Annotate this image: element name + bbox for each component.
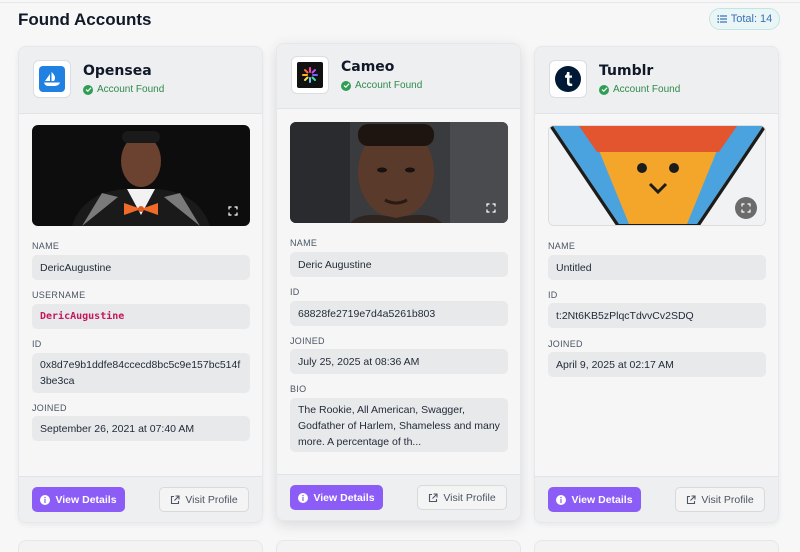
- bio-label: BIO: [290, 384, 307, 394]
- info-icon: [298, 492, 309, 503]
- view-details-label: View Details: [571, 493, 633, 506]
- name-label: NAME: [548, 241, 576, 251]
- account-found-status: Account Found: [599, 84, 680, 95]
- id-label: ID: [32, 339, 42, 349]
- list-icon: [717, 15, 727, 23]
- external-link-icon: [429, 492, 438, 502]
- status-text: Account Found: [355, 80, 423, 91]
- view-details-label: View Details: [313, 491, 375, 504]
- cameo-icon: [297, 62, 323, 88]
- joined-label: JOINED: [32, 403, 67, 413]
- username-value: DericAugustine: [32, 304, 250, 329]
- joined-value: July 25, 2025 at 08:36 AM: [290, 349, 508, 374]
- expand-icon[interactable]: [224, 202, 242, 220]
- bio-value: The Rookie, All American, Swagger, Godfa…: [290, 398, 508, 452]
- page-title: Found Accounts: [18, 10, 152, 29]
- card-header: Cameo Account Found: [277, 44, 520, 109]
- account-card-cameo: Cameo Account Found NAME Deric Augustine…: [276, 43, 521, 521]
- name-label: NAME: [32, 241, 60, 251]
- profile-image: [548, 125, 766, 226]
- account-found-status: Account Found: [341, 80, 422, 91]
- site-name: Tumblr: [599, 63, 654, 79]
- external-link-icon: [687, 494, 696, 504]
- name-value: Deric Augustine: [290, 252, 508, 277]
- account-card-next: [534, 540, 779, 552]
- joined-value: April 9, 2025 at 02:17 AM: [548, 352, 766, 377]
- id-label: ID: [548, 290, 558, 300]
- profile-image: [32, 125, 250, 226]
- external-link-icon: [171, 494, 180, 504]
- view-details-button[interactable]: View Details: [32, 487, 125, 512]
- username-label: USERNAME: [32, 290, 86, 300]
- id-value: t:2Nt6KB5zPlqcTdvvCv2SDQ: [548, 303, 766, 328]
- view-details-label: View Details: [55, 493, 117, 506]
- card-footer: View Details Visit Profile: [277, 474, 520, 520]
- check-circle-icon: [83, 84, 93, 95]
- expand-icon[interactable]: [482, 199, 500, 217]
- account-card-next: [18, 540, 263, 552]
- joined-label: JOINED: [290, 336, 325, 346]
- top-divider: [0, 2, 800, 3]
- visit-profile-button[interactable]: Visit Profile: [159, 487, 249, 512]
- expand-icon[interactable]: [735, 197, 757, 219]
- visit-profile-button[interactable]: Visit Profile: [675, 487, 765, 512]
- account-card-tumblr: Tumblr Account Found NAME Untitled ID t:…: [534, 46, 779, 523]
- profile-image: [290, 122, 508, 223]
- cameo-logo: [291, 56, 329, 94]
- card-header: Tumblr Account Found: [535, 47, 778, 114]
- check-circle-icon: [599, 84, 609, 95]
- account-found-status: Account Found: [83, 84, 164, 95]
- total-count: Total: 14: [730, 13, 773, 25]
- total-badge: Total: 14: [709, 8, 780, 30]
- opensea-logo: [33, 60, 71, 98]
- status-text: Account Found: [97, 84, 165, 95]
- status-text: Account Found: [613, 84, 681, 95]
- id-value: 68828fe2719e7d4a5261b803: [290, 301, 508, 326]
- account-card-next: [276, 540, 521, 552]
- check-circle-icon: [341, 80, 351, 91]
- view-details-button[interactable]: View Details: [290, 485, 383, 510]
- opensea-icon: [39, 66, 65, 92]
- name-value: DericAugustine: [32, 255, 250, 280]
- joined-value: September 26, 2021 at 07:40 AM: [32, 416, 250, 441]
- name-value: Untitled: [548, 255, 766, 280]
- tumblr-logo: [549, 60, 587, 98]
- card-header: Opensea Account Found: [19, 47, 262, 114]
- view-details-button[interactable]: View Details: [548, 487, 641, 512]
- tumblr-icon: [555, 66, 581, 92]
- card-footer: View Details Visit Profile: [19, 476, 262, 522]
- visit-profile-label: Visit Profile: [701, 493, 754, 506]
- visit-profile-button[interactable]: Visit Profile: [417, 485, 507, 510]
- joined-label: JOINED: [548, 339, 583, 349]
- name-label: NAME: [290, 238, 318, 248]
- id-value: 0x8d7e9b1ddfe84ccecd8bc5c9e157bc514f3be3…: [32, 353, 250, 393]
- site-name: Opensea: [83, 63, 152, 79]
- card-footer: View Details Visit Profile: [535, 476, 778, 522]
- id-label: ID: [290, 287, 300, 297]
- info-icon: [40, 494, 51, 505]
- visit-profile-label: Visit Profile: [185, 493, 238, 506]
- site-name: Cameo: [341, 59, 395, 75]
- info-icon: [556, 494, 567, 505]
- account-card-opensea: Opensea Account Found NAME DericAugustin…: [18, 46, 263, 523]
- visit-profile-label: Visit Profile: [443, 491, 496, 504]
